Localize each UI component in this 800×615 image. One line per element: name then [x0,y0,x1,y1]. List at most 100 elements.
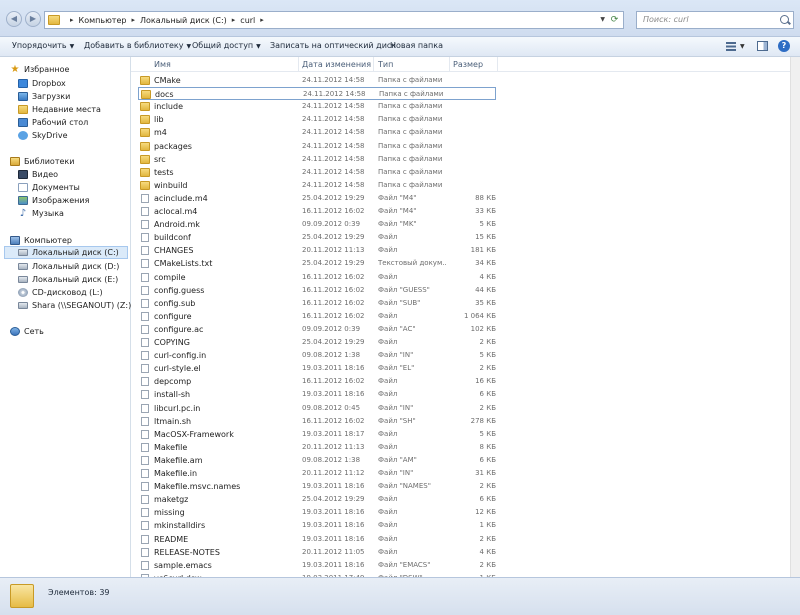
table-row[interactable]: README 19.03.2011 18:16 Файл 2 КБ [138,533,496,546]
column-divider[interactable] [373,57,374,72]
file-icon [141,324,149,334]
burn-button[interactable]: Записать на оптический диск [270,41,396,50]
table-row[interactable]: lib 24.11.2012 14:58 Папка с файлами [138,113,496,126]
nav-item-label: CD-дисковод (L:) [32,288,103,297]
search-icon[interactable] [780,15,789,24]
table-row[interactable]: Makefile.in 20.11.2012 11:12 Файл "IN" 31 К… [138,467,496,480]
table-row[interactable]: libcurl.pc.in 09.08.2012 0:45 Файл "IN" 2 К… [138,402,496,415]
nav-item-drive-c[interactable]: Локальный диск (C:) [4,246,128,259]
file-type: Файл "SUB" [378,298,421,307]
table-row[interactable]: docs 24.11.2012 14:58 Папка с файлами [138,87,496,101]
table-row[interactable]: missing 19.03.2011 18:16 Файл 12 КБ [138,506,496,519]
table-row[interactable]: sample.emacs 19.03.2011 18:16 Файл "EMACS"… [138,559,496,572]
table-row[interactable]: curl-config.in 09.08.2012 1:38 Файл "IN" 5 … [138,349,496,362]
share-button[interactable]: Общий доступ ▼ [192,41,261,50]
file-date: 16.11.2012 16:02 [302,285,365,294]
address-field[interactable]: ▸ Компьютер ▸ Локальный диск (C:) ▸ curl… [44,11,624,29]
column-divider[interactable] [298,57,299,72]
column-divider[interactable] [449,57,450,72]
table-row[interactable]: tests 24.11.2012 14:58 Папка с файлами [138,166,496,179]
nav-favorites-label: Избранное [24,65,70,74]
nav-favorites[interactable]: ★ Избранное [10,63,130,76]
preview-pane-icon[interactable] [757,41,768,51]
nav-item-network-drive[interactable]: Shara (\\SEGANOUT) (Z:) [18,299,131,312]
nav-item-desktop[interactable]: Рабочий стол [18,116,130,129]
table-row[interactable]: configure 16.11.2012 16:02 Файл 1 064 КБ [138,310,496,323]
nav-item-music[interactable]: ♪ Музыка [18,207,130,220]
column-header-name[interactable]: Имя [154,60,171,69]
column-header-date[interactable]: Дата изменения [302,60,371,69]
nav-item-cd-drive[interactable]: CD-дисковод (L:) [18,286,130,299]
file-icon [141,390,149,400]
refresh-icon[interactable]: ⟳ [608,14,621,26]
table-row[interactable]: buildconf 25.04.2012 19:29 Файл 15 КБ [138,231,496,244]
column-divider[interactable] [497,57,498,72]
table-row[interactable]: Makefile.am 09.08.2012 1:38 Файл "AM" 6 КБ [138,454,496,467]
nav-item-drive-e[interactable]: Локальный диск (E:) [18,273,130,286]
help-icon[interactable]: ? [778,40,790,52]
column-header-type[interactable]: Тип [378,60,393,69]
table-row[interactable]: MacOSX-Framework 19.03.2011 18:17 Файл 5 КБ [138,428,496,441]
nav-item-skydrive[interactable]: SkyDrive [18,129,130,142]
column-header-size[interactable]: Размер [453,60,483,69]
table-row[interactable]: CHANGES 20.11.2012 11:13 Файл 181 КБ [138,244,496,257]
file-type: Файл [378,338,398,346]
table-row[interactable]: aclocal.m4 16.11.2012 16:02 Файл "M4" 33 КБ [138,205,496,218]
table-row[interactable]: curl-style.el 19.03.2011 18:16 Файл "EL" 2 … [138,362,496,375]
command-bar: Упорядочить ▼ Добавить в библиотеку ▼ Общи… [0,37,800,57]
table-row[interactable]: src 24.11.2012 14:58 Папка с файлами [138,153,496,166]
table-row[interactable]: Makefile 20.11.2012 11:13 Файл 8 КБ [138,441,496,454]
forward-button[interactable]: ▶ [25,11,41,27]
nav-item-video[interactable]: Видео [18,168,130,181]
table-row[interactable]: winbuild 24.11.2012 14:58 Папка с файлами [138,179,496,192]
table-row[interactable]: packages 24.11.2012 14:58 Папка с файлами [138,140,496,153]
table-row[interactable]: ltmain.sh 16.11.2012 16:02 Файл "SH" 278 КБ [138,415,496,428]
add-to-library-button[interactable]: Добавить в библиотеку ▼ [84,41,191,50]
chevron-down-icon[interactable]: ▼ [600,16,605,23]
table-row[interactable]: install-sh 19.03.2011 18:16 Файл 6 КБ [138,388,496,401]
breadcrumb-item-curl[interactable]: curl [240,16,255,25]
table-row[interactable]: include 24.11.2012 14:58 Папка с файлами [138,100,496,113]
nav-item-recent[interactable]: Недавние места [18,103,130,116]
table-row[interactable]: config.sub 16.11.2012 16:02 Файл "SUB" 35 К… [138,297,496,310]
chevron-right-icon[interactable]: ▸ [131,16,135,24]
table-row[interactable]: RELEASE-NOTES 20.11.2012 11:05 Файл 4 КБ [138,546,496,559]
file-name: Makefile.am [154,455,203,465]
new-folder-button[interactable]: Новая папка [390,41,443,50]
view-options-icon[interactable] [726,42,736,51]
table-row[interactable]: configure.ac 09.09.2012 0:39 Файл "AC" 102 … [138,323,496,336]
table-row[interactable]: COPYING 25.04.2012 19:29 Файл 2 КБ [138,336,496,349]
nav-item-downloads[interactable]: Загрузки [18,90,130,103]
table-row[interactable]: maketgz 25.04.2012 19:29 Файл 6 КБ [138,493,496,506]
back-button[interactable]: ◀ [6,11,22,27]
nav-libraries-label: Библиотеки [24,157,75,166]
vertical-scrollbar[interactable] [790,57,800,577]
table-row[interactable]: Makefile.msvc.names 19.03.2011 18:16 Файл … [138,480,496,493]
nav-item-drive-d[interactable]: Локальный диск (D:) [18,260,130,273]
table-row[interactable]: Android.mk 09.09.2012 0:39 Файл "MK" 5 КБ [138,218,496,231]
chevron-right-icon[interactable]: ▸ [232,16,236,24]
table-row[interactable]: depcomp 16.11.2012 16:02 Файл 16 КБ [138,375,496,388]
nav-item-label: Рабочий стол [32,118,89,127]
search-input[interactable]: Поиск: curl [636,11,794,29]
chevron-right-icon[interactable]: ▸ [260,16,264,24]
table-row[interactable]: mkinstalldirs 19.03.2011 18:16 Файл 1 КБ [138,519,496,532]
organize-button[interactable]: Упорядочить ▼ [12,41,74,50]
nav-item-pictures[interactable]: Изображения [18,194,130,207]
table-row[interactable]: compile 16.11.2012 16:02 Файл 4 КБ [138,271,496,284]
table-row[interactable]: CMakeLists.txt 25.04.2012 19:29 Текстовый … [138,257,496,270]
table-row[interactable]: config.guess 16.11.2012 16:02 Файл "GUESS"… [138,284,496,297]
table-row[interactable]: acinclude.m4 25.04.2012 19:29 Файл "M4" 88 … [138,192,496,205]
file-icon [141,469,149,478]
nav-item-documents[interactable]: Документы [18,181,130,194]
breadcrumb-item-drive-c[interactable]: Локальный диск (C:) [140,16,227,25]
nav-item-dropbox[interactable]: Dropbox [18,77,130,90]
nav-network[interactable]: Сеть [10,325,130,338]
chevron-right-icon[interactable]: ▸ [70,16,74,24]
file-date: 16.11.2012 16:02 [302,272,365,281]
table-row[interactable]: CMake 24.11.2012 14:58 Папка с файлами [138,74,496,87]
breadcrumb-item-computer[interactable]: Компьютер [79,16,127,25]
chevron-down-icon[interactable]: ▼ [740,43,745,50]
table-row[interactable]: m4 24.11.2012 14:58 Папка с файлами [138,126,496,139]
nav-libraries[interactable]: Библиотеки [10,155,130,168]
